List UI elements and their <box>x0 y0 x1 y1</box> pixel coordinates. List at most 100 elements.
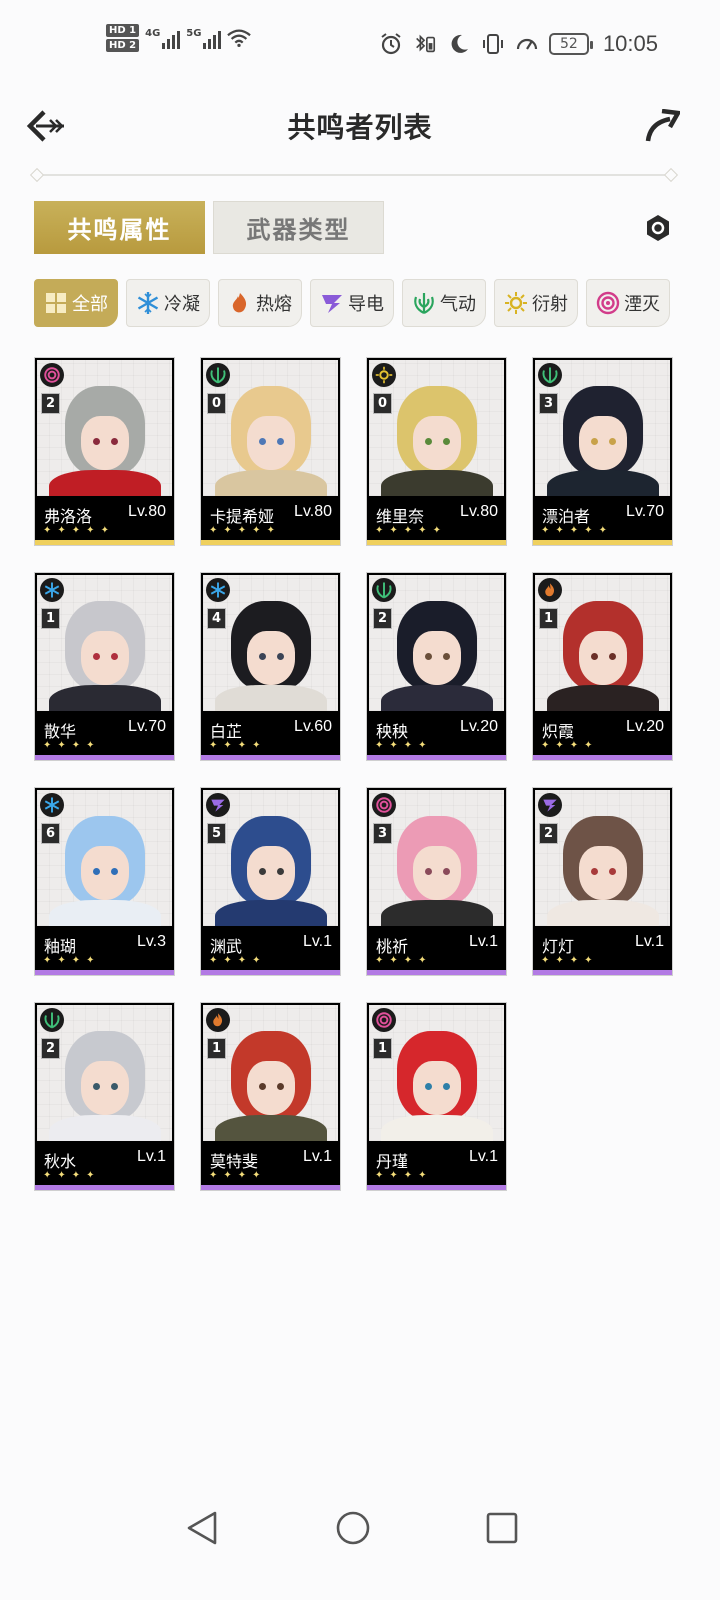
filter-spectro[interactable]: 衍射 <box>494 279 578 327</box>
network-5g: 5G <box>186 27 222 49</box>
rarity-bar <box>367 755 506 760</box>
character-name: 卡提希娅 <box>210 507 275 526</box>
sequence-badge: 3 <box>539 393 558 414</box>
character-name: 弗洛洛 <box>44 507 93 526</box>
filter-aero-label: 气动 <box>440 294 476 315</box>
star-icon: ✦ <box>57 740 66 751</box>
star-icon: ✦ <box>86 740 95 751</box>
filter-glacio-label: 冷凝 <box>164 294 200 315</box>
havoc-element-icon <box>372 1008 396 1032</box>
filter-aero[interactable]: 气动 <box>402 279 486 327</box>
star-icon: ✦ <box>541 955 550 966</box>
status-right: 52 10:05 <box>379 31 658 57</box>
rarity-stars: ✦ ✦ ✦ ✦ <box>43 955 95 967</box>
character-card[interactable]: 1 丹瑾 Lv.1 ✦ ✦ ✦ ✦ <box>366 1002 507 1191</box>
nav-recents-button[interactable] <box>482 1508 522 1548</box>
character-card[interactable]: 1 散华 Lv.70 ✦ ✦ ✦ ✦ <box>34 572 175 761</box>
filter-all-label: 全部 <box>72 294 108 315</box>
rarity-stars: ✦ ✦ ✦ ✦ <box>375 740 427 752</box>
filter-electro-label: 导电 <box>348 294 384 315</box>
nav-back-button[interactable] <box>182 1508 222 1548</box>
snowflake-icon <box>136 291 160 315</box>
element-filters: 全部 冷凝 热熔 导电 气动 衍射 湮灭 <box>34 279 670 327</box>
grid-icon <box>44 291 68 315</box>
category-tabs: 共鸣属性 武器类型 <box>34 201 384 254</box>
rarity-stars: ✦ ✦ ✦ ✦ <box>43 1170 95 1182</box>
character-level: Lv.60 <box>294 718 332 735</box>
character-level: Lv.1 <box>634 933 664 950</box>
star-icon: ✦ <box>86 525 95 536</box>
sequence-badge: 5 <box>207 823 226 844</box>
star-icon: ✦ <box>375 1170 384 1181</box>
rarity-bar <box>35 970 174 975</box>
character-card[interactable]: 0 维里奈 Lv.80 ✦ ✦ ✦ ✦ ✦ <box>366 357 507 546</box>
character-level: Lv.20 <box>460 718 498 735</box>
character-card[interactable]: 2 秧秧 Lv.20 ✦ ✦ ✦ ✦ <box>366 572 507 761</box>
character-card[interactable]: 5 渊武 Lv.1 ✦ ✦ ✦ ✦ <box>200 787 341 976</box>
hexagon-settings-icon <box>647 215 669 241</box>
tab-weapon-type[interactable]: 武器类型 <box>213 201 384 254</box>
character-name: 秧秧 <box>376 722 409 741</box>
character-info: 莫特斐 Lv.1 ✦ ✦ ✦ ✦ <box>201 1142 340 1186</box>
filter-glacio[interactable]: 冷凝 <box>126 279 210 327</box>
character-card[interactable]: 6 釉瑚 Lv.3 ✦ ✦ ✦ ✦ <box>34 787 175 976</box>
sequence-badge: 0 <box>207 393 226 414</box>
character-card[interactable]: 4 白芷 Lv.60 ✦ ✦ ✦ ✦ <box>200 572 341 761</box>
character-card[interactable]: 0 卡提希娅 Lv.80 ✦ ✦ ✦ ✦ ✦ <box>200 357 341 546</box>
sequence-badge: 2 <box>539 823 558 844</box>
sun-icon <box>504 291 528 315</box>
character-card[interactable]: 2 灯灯 Lv.1 ✦ ✦ ✦ ✦ <box>532 787 673 976</box>
sequence-badge: 1 <box>539 608 558 629</box>
wifi-icon <box>227 26 252 50</box>
character-level: Lv.70 <box>128 718 166 735</box>
character-name: 秋水 <box>44 1152 77 1171</box>
battery-level: 52 <box>560 36 578 52</box>
nav-home-button[interactable] <box>333 1508 373 1548</box>
rarity-stars: ✦ ✦ ✦ ✦ <box>375 1170 427 1182</box>
filter-fusion[interactable]: 热熔 <box>218 279 302 327</box>
rarity-stars: ✦ ✦ ✦ ✦ <box>209 1170 261 1182</box>
sequence-badge: 2 <box>41 1038 60 1059</box>
filter-electro[interactable]: 导电 <box>310 279 394 327</box>
system-nav-bar <box>0 1490 720 1566</box>
star-icon: ✦ <box>223 1170 232 1181</box>
star-icon: ✦ <box>71 740 81 751</box>
character-card[interactable]: 2 秋水 Lv.1 ✦ ✦ ✦ ✦ <box>34 1002 175 1191</box>
triangle-back-icon <box>187 1511 217 1545</box>
bluetooth-battery-icon <box>413 32 437 56</box>
havoc-swirl-icon <box>596 291 620 315</box>
character-name: 漂泊者 <box>542 507 591 526</box>
character-level: Lv.1 <box>468 1148 498 1165</box>
character-info: 炽霞 Lv.20 ✦ ✦ ✦ ✦ <box>533 712 672 756</box>
filter-settings-button[interactable] <box>640 210 676 246</box>
star-icon: ✦ <box>598 525 607 536</box>
character-info: 桃祈 Lv.1 ✦ ✦ ✦ ✦ <box>367 927 506 971</box>
electro-element-icon <box>538 793 562 817</box>
star-icon: ✦ <box>375 955 384 966</box>
filter-havoc[interactable]: 湮灭 <box>586 279 670 327</box>
rarity-bar <box>201 540 340 545</box>
star-icon: ✦ <box>209 955 218 966</box>
character-card[interactable]: 3 桃祈 Lv.1 ✦ ✦ ✦ ✦ <box>366 787 507 976</box>
rarity-bar <box>201 1185 340 1190</box>
tab-resonance-attribute[interactable]: 共鸣属性 <box>34 201 205 254</box>
character-name: 灯灯 <box>542 937 575 956</box>
character-card[interactable]: 1 炽霞 Lv.20 ✦ ✦ ✦ ✦ <box>532 572 673 761</box>
star-icon: ✦ <box>57 525 66 536</box>
character-card[interactable]: 2 弗洛洛 Lv.80 ✦ ✦ ✦ ✦ ✦ <box>34 357 175 546</box>
character-card[interactable]: 1 莫特斐 Lv.1 ✦ ✦ ✦ ✦ <box>200 1002 341 1191</box>
sequence-badge: 4 <box>207 608 226 629</box>
character-level: Lv.1 <box>302 1148 332 1165</box>
filter-all[interactable]: 全部 <box>34 279 118 327</box>
star-icon: ✦ <box>418 740 427 751</box>
star-icon: ✦ <box>223 740 232 751</box>
moon-icon <box>447 32 471 56</box>
character-info: 渊武 Lv.1 ✦ ✦ ✦ ✦ <box>201 927 340 971</box>
character-name: 维里奈 <box>376 507 425 526</box>
character-card[interactable]: 3 漂泊者 Lv.70 ✦ ✦ ✦ ✦ ✦ <box>532 357 673 546</box>
rarity-stars: ✦ ✦ ✦ ✦ <box>209 955 261 967</box>
star-icon: ✦ <box>237 1170 247 1181</box>
havoc-element-icon <box>372 793 396 817</box>
star-icon: ✦ <box>403 955 413 966</box>
share-button[interactable] <box>640 104 684 148</box>
